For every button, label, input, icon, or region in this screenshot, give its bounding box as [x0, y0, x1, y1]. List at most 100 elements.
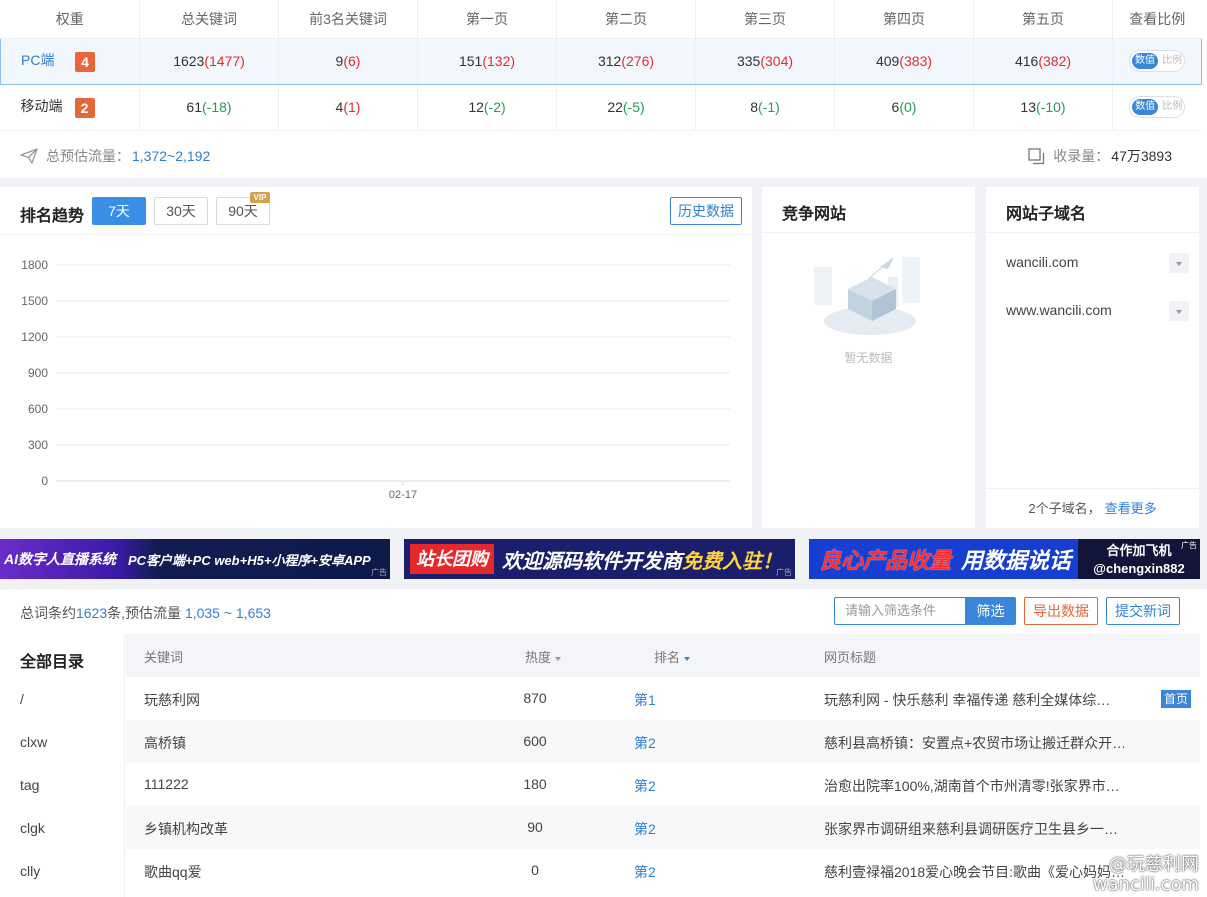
- pc-page2-delta: (276): [621, 53, 655, 69]
- keyword-cell[interactable]: 玩慈利网: [144, 690, 200, 710]
- mobile-page5-delta: (-10): [1036, 99, 1066, 115]
- subdomain-name[interactable]: www.wancili.com: [1006, 302, 1112, 318]
- range-7d-button[interactable]: 7天: [92, 197, 146, 225]
- ad-banner-live-system[interactable]: AI数字人直播系统 PC客户端+PC web+H5+小程序+安卓APP 广告: [0, 539, 390, 579]
- rank-link[interactable]: 第2: [634, 776, 656, 796]
- mobile-page3-cell: 8(-1): [695, 84, 835, 131]
- estimated-traffic-value: 1,372~2,192: [132, 148, 211, 164]
- toggle-value-option[interactable]: 数值: [1132, 99, 1159, 115]
- pc-value-ratio-toggle[interactable]: 数值 比例: [1129, 50, 1185, 72]
- heat-cell: 870: [523, 690, 547, 706]
- directory-item[interactable]: tag: [20, 777, 39, 793]
- ad-banner-group-buy[interactable]: 站长团购 欢迎源码软件开发商 免费入驻！ 广告: [404, 539, 795, 579]
- banner-highlight: 免费入驻！: [682, 550, 782, 573]
- page-title-cell[interactable]: 玩慈利网 - 快乐慈利 幸福传递 慈利全媒体综…: [824, 690, 1124, 710]
- keyword-summary-mid: 条,预估流量: [107, 605, 185, 621]
- page-title-cell[interactable]: 慈利县高桥镇：安置点+农贸市场让搬迁群众开…: [824, 733, 1124, 753]
- estimated-traffic-label: 总预估流量：: [46, 148, 130, 164]
- mobile-page1-delta: (-2): [483, 99, 506, 115]
- banner-headline: 良心产品收量: [819, 548, 952, 573]
- pc-page4-cell: 409(383): [834, 37, 974, 85]
- pc-total-value: 1623: [173, 53, 205, 69]
- pc-total-cell: 1623(1477): [139, 37, 279, 85]
- directory-item[interactable]: /: [20, 691, 24, 707]
- submit-new-keyword-button[interactable]: 提交新词: [1106, 597, 1180, 625]
- pc-ratio-cell: 数值 比例: [1112, 37, 1202, 85]
- watermark-line1: @玩慈利网: [1109, 854, 1199, 875]
- empty-data-illustration-icon: [814, 257, 920, 335]
- heat-cell: 600: [523, 733, 547, 749]
- mobile-value-ratio-toggle[interactable]: 数值 比例: [1129, 96, 1186, 118]
- keyword-cell[interactable]: 高桥镇: [144, 733, 186, 753]
- keyword-cell[interactable]: 111222: [144, 776, 189, 792]
- subdomain-item[interactable]: www.wancili.com: [1006, 299, 1189, 323]
- indexed-count-value: 47万3893: [1111, 148, 1172, 164]
- history-data-button[interactable]: 历史数据: [670, 197, 742, 225]
- view-more-link[interactable]: 查看更多: [1105, 501, 1157, 516]
- keyword-cell[interactable]: 乡镇机构改革: [144, 819, 228, 839]
- mobile-page2-value: 22: [607, 99, 623, 115]
- rank-trend-card: 排名趋势 7天 30天 90天 VIP 历史数据 0 300 600 900 1200 1…: [0, 187, 752, 528]
- y-tick-label: 0: [41, 474, 48, 488]
- keyword-cell[interactable]: 歌曲qq爱: [144, 862, 202, 882]
- header-view-ratio: 查看比例: [1112, 0, 1202, 39]
- pc-page4-delta: (383): [899, 53, 933, 69]
- y-tick-label: 300: [28, 438, 48, 452]
- pc-top3-delta: (6): [343, 53, 361, 69]
- estimated-traffic: 总预估流量： 1,372~2,192: [20, 146, 210, 166]
- pc-top3-cell: 9(6): [278, 37, 418, 85]
- col-rank-label: 排名: [654, 650, 681, 665]
- vip-badge: VIP: [250, 192, 270, 203]
- toggle-ratio-option[interactable]: 比例: [1161, 53, 1183, 69]
- copy-icon: [1028, 147, 1045, 164]
- y-tick-label: 1800: [21, 258, 48, 272]
- col-heat-sort[interactable]: 热度: [525, 647, 562, 666]
- banner-contact-line2: @chengxin882: [1093, 561, 1185, 576]
- range-30d-button[interactable]: 30天: [154, 197, 208, 225]
- mobile-page3-value: 8: [750, 99, 758, 115]
- directory-item[interactable]: clgk: [20, 820, 45, 836]
- ad-tag: 广告: [371, 568, 387, 577]
- directory-title[interactable]: 全部目录: [20, 648, 84, 672]
- chevron-down-icon[interactable]: [1169, 301, 1189, 321]
- rank-link[interactable]: 第2: [634, 733, 656, 753]
- toggle-ratio-option[interactable]: 比例: [1161, 99, 1183, 115]
- banner-headline: 站长团购: [410, 544, 494, 574]
- rank-trend-chart: 0 300 600 900 1200 1500 1800 02-17: [21, 258, 730, 501]
- table-row: 歌曲qq爱 0 第2 慈利壹禄福2018爱心晚会节目:歌曲《爱心妈妈…: [126, 849, 1200, 892]
- mobile-weight-row[interactable]: 移动端 2 61(-18) 4(1) 12(-2) 22(-5) 8(-1) 6(…: [0, 84, 1202, 131]
- pc-page1-value: 151: [458, 53, 483, 69]
- mobile-total-delta: (-18): [202, 99, 232, 115]
- banner-headline: AI数字人直播系统: [4, 551, 116, 567]
- page-title-cell[interactable]: 慈利壹禄福2018爱心晚会节目:歌曲《爱心妈妈…: [824, 862, 1124, 882]
- sort-arrow-icon[interactable]: [684, 656, 691, 661]
- filter-button[interactable]: 筛选: [965, 597, 1016, 625]
- subdomain-name[interactable]: wancili.com: [1006, 254, 1078, 270]
- table-row: 乡镇机构改革 90 第2 张家界市调研组来慈利县调研医疗卫生县乡一…: [126, 806, 1200, 849]
- mobile-page1-value: 12: [468, 99, 484, 115]
- page-title-cell[interactable]: 张家界市调研组来慈利县调研医疗卫生县乡一…: [824, 819, 1124, 839]
- mobile-page4-delta: (0): [899, 99, 917, 115]
- rank-link[interactable]: 第2: [634, 862, 656, 882]
- directory-item[interactable]: clxw: [20, 734, 47, 750]
- keyword-summary-prefix: 总词条约: [20, 605, 76, 621]
- subdomain-item[interactable]: wancili.com: [1006, 251, 1189, 275]
- x-tick-label: 02-17: [389, 489, 417, 501]
- rank-link[interactable]: 第2: [634, 819, 656, 839]
- page-title-cell[interactable]: 治愈出院率100%,湖南首个市州清零!张家界市…: [824, 776, 1124, 796]
- pc-weight-row[interactable]: PC端 4 1623(1477) 9(6) 151(132) 312(276) 3…: [0, 37, 1202, 85]
- ad-banner-data[interactable]: 良心产品收量 用数据说话 合作加飞机 @chengxin882 广告: [809, 539, 1200, 579]
- filter-input[interactable]: 请输入筛选条件: [834, 597, 965, 625]
- header-total-keywords: 总关键词: [139, 0, 279, 39]
- export-data-button[interactable]: 导出数据: [1024, 597, 1098, 625]
- banner-contact-line1: 合作加飞机: [1106, 543, 1172, 558]
- sort-arrow-icon[interactable]: [555, 656, 562, 661]
- directory-item[interactable]: clly: [20, 863, 40, 879]
- col-page-title: 网页标题: [824, 650, 877, 665]
- col-rank-sort[interactable]: 排名: [654, 647, 691, 666]
- pc-page2-cell: 312(276): [556, 37, 696, 85]
- chevron-down-icon[interactable]: [1169, 253, 1189, 273]
- subdomain-count: 2个子域名，: [1028, 501, 1101, 516]
- rank-link[interactable]: 第1: [634, 690, 656, 710]
- toggle-value-option[interactable]: 数值: [1132, 53, 1158, 69]
